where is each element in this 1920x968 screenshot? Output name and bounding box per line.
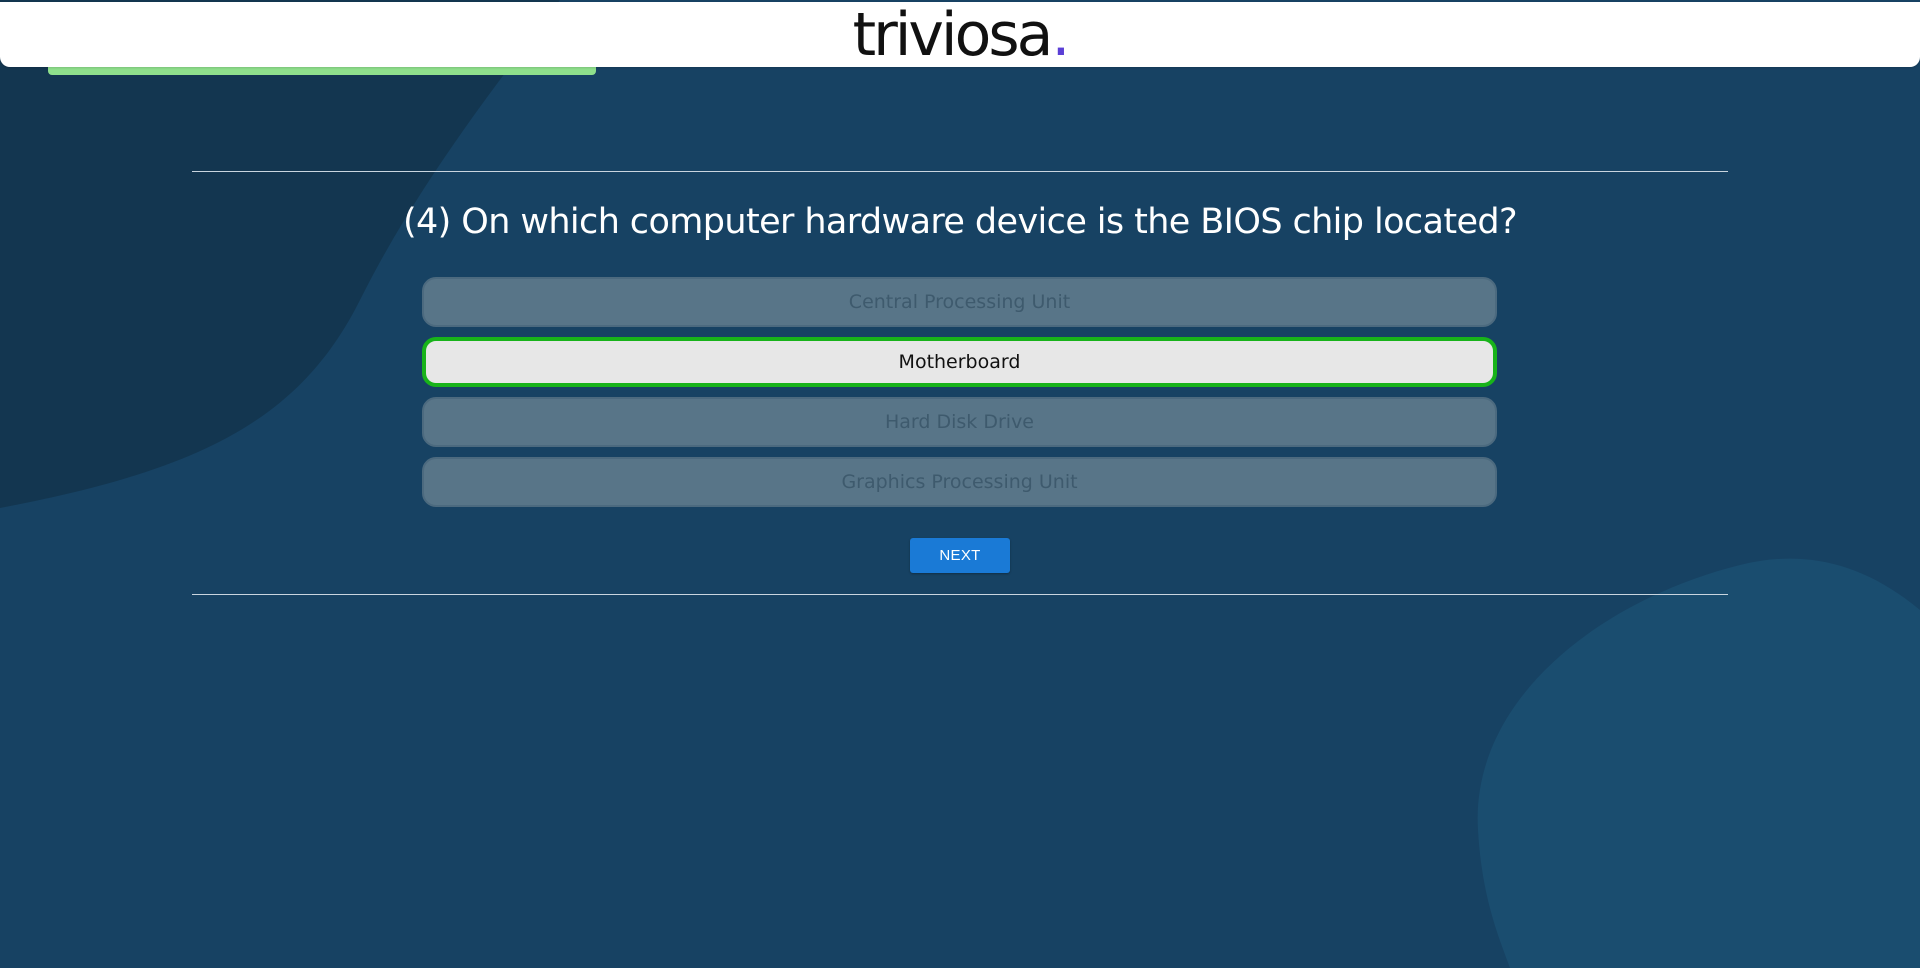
answer-option-1[interactable]: Central Processing Unit [422, 277, 1497, 327]
answer-option-label: Graphics Processing Unit [841, 471, 1078, 493]
bottom-divider [192, 594, 1728, 595]
logo-dot: . [1051, 0, 1070, 70]
next-button[interactable]: NEXT [910, 538, 1010, 573]
question-text: (4) On which computer hardware device is… [402, 202, 1518, 242]
answer-option-label: Central Processing Unit [848, 291, 1071, 313]
answer-option-4[interactable]: Graphics Processing Unit [422, 457, 1497, 507]
answer-option-2-selected[interactable]: Motherboard [422, 337, 1497, 387]
answer-options: Central Processing Unit Motherboard Hard… [422, 277, 1497, 517]
triviosa-logo[interactable]: triviosa. [0, 0, 1920, 70]
answer-option-label: Hard Disk Drive [884, 411, 1034, 433]
top-divider [192, 171, 1728, 172]
header-bar: triviosa. [0, 0, 1920, 70]
answer-option-label: Motherboard [898, 351, 1021, 373]
logo-text: triviosa [852, 0, 1054, 70]
answer-option-3[interactable]: Hard Disk Drive [422, 397, 1497, 447]
